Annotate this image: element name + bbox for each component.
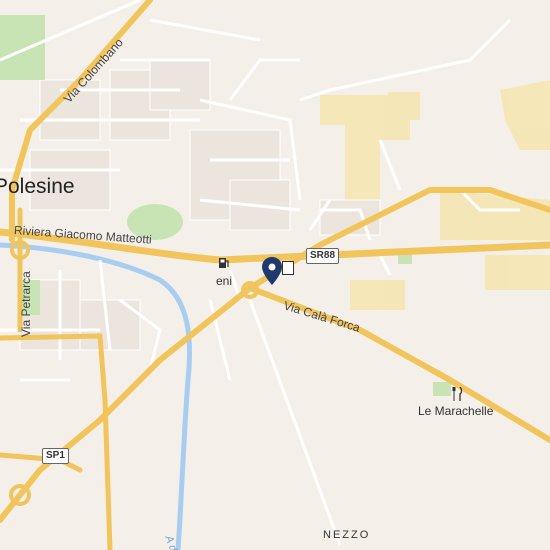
map-canvas[interactable]: Polesine Riviera Giacomo Matteotti Via C… — [0, 0, 550, 550]
restaurant-label: Le Marachelle — [418, 404, 494, 418]
fuel-pump-icon — [219, 258, 229, 268]
parking-sign — [282, 261, 294, 275]
road-label-petrarca: Via Petrarca — [19, 271, 33, 337]
locality-nezzo: NEZZO — [323, 529, 371, 541]
route-shield-sr88: SR88 — [306, 248, 340, 264]
fuel-label: eni — [216, 274, 233, 288]
industrial-areas — [320, 80, 550, 310]
fork-knife-icon — [452, 387, 463, 401]
location-pin-icon — [262, 257, 282, 285]
route-shield-sp1: SP1 — [42, 448, 69, 464]
town-label: Polesine — [0, 175, 75, 198]
